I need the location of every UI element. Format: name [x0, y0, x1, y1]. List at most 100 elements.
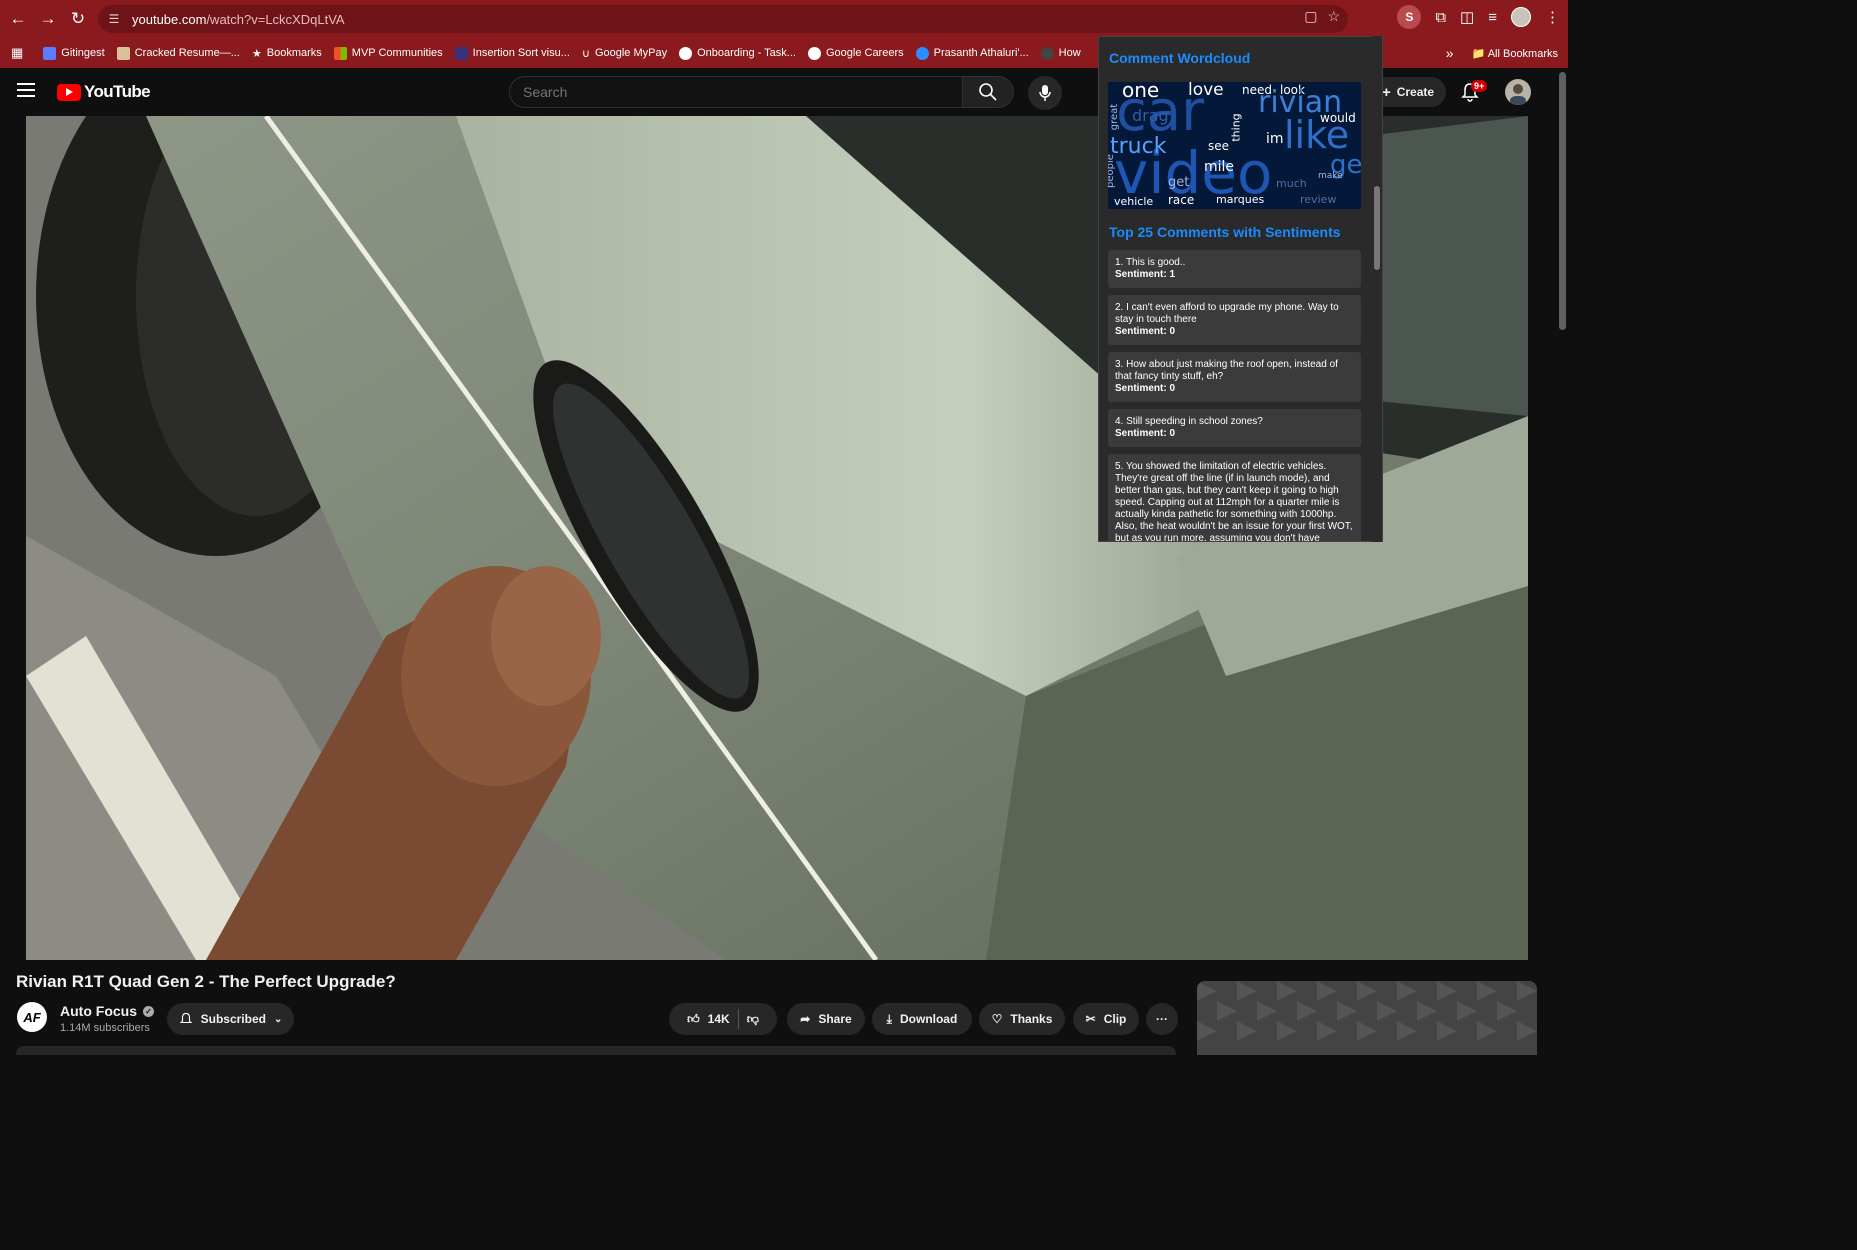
- wordcloud-word: great: [1109, 103, 1121, 131]
- forward-icon[interactable]: →: [34, 5, 62, 33]
- search-icon: [979, 83, 997, 101]
- like-button[interactable]: 👍︎ 14K: [687, 1012, 730, 1027]
- bookmark-item[interactable]: Cracked Resume—...: [116, 46, 240, 60]
- extension-s-icon[interactable]: S: [1397, 5, 1422, 29]
- wordcloud-word: vehicle: [1114, 195, 1154, 208]
- wordcloud-title: Comment Wordcloud: [1109, 50, 1251, 66]
- wordcloud-word: im: [1266, 131, 1284, 147]
- download-button[interactable]: ⤓ Download: [872, 1003, 972, 1035]
- wordcloud-word: people: [1108, 154, 1116, 188]
- url-path: /watch?v=LckcXDqLtVA: [206, 11, 345, 27]
- thumbs-up-icon: 👍︎: [687, 1011, 700, 1026]
- back-icon[interactable]: ←: [4, 5, 32, 33]
- bookmark-item[interactable]: Onboarding - Task...: [679, 46, 796, 60]
- like-count: 14K: [707, 1012, 730, 1026]
- channel-avatar[interactable]: AF: [17, 1002, 47, 1032]
- more-actions-button[interactable]: ···: [1146, 1003, 1178, 1035]
- bookmark-star-icon[interactable]: ☆: [1327, 8, 1340, 25]
- dislike-button[interactable]: 👎︎: [747, 1012, 759, 1027]
- extension-popup: Comment Wordcloud car video one love nee…: [1098, 36, 1383, 542]
- comment-text: 1. This is good..: [1115, 257, 1186, 268]
- comment-card: 2. I can't even afford to upgrade my pho…: [1108, 295, 1361, 345]
- bookmark-item[interactable]: MVP Communities: [333, 46, 443, 60]
- bookmark-item[interactable]: ★ Bookmarks: [252, 47, 322, 60]
- wordcloud-word: much: [1276, 177, 1307, 190]
- comment-wordcloud: car video one love need look rivian like…: [1108, 82, 1361, 209]
- more-dots-icon: ···: [1156, 1012, 1168, 1026]
- search-button[interactable]: [962, 76, 1014, 108]
- comment-card: 5. You showed the limitation of electric…: [1108, 454, 1361, 541]
- channel-name-link[interactable]: Auto Focus ✓: [60, 1003, 154, 1019]
- bookmark-label: MVP Communities: [351, 47, 443, 59]
- search-input[interactable]: [510, 77, 962, 107]
- url-text[interactable]: youtube.com/watch?v=LckcXDqLtVA: [132, 12, 345, 27]
- youtube-play-icon: [57, 83, 81, 101]
- profile-avatar[interactable]: [1511, 7, 1531, 27]
- kebab-menu-icon[interactable]: ⋮: [1545, 8, 1560, 26]
- wordcloud-word: get: [1168, 175, 1190, 190]
- page-scrollbar-thumb[interactable]: [1559, 72, 1566, 330]
- wordcloud-word: mile: [1204, 159, 1235, 175]
- wordcloud-word: love: [1188, 82, 1224, 100]
- sentiment-value: 0: [1169, 428, 1176, 439]
- share-button[interactable]: ➦ Share: [787, 1003, 865, 1035]
- install-app-icon[interactable]: ▢: [1304, 8, 1317, 25]
- thanks-button[interactable]: ♡ Thanks: [979, 1003, 1065, 1035]
- clip-button[interactable]: ✂ Clip: [1073, 1003, 1139, 1035]
- bookmark-label: How: [1058, 47, 1081, 59]
- clip-label: Clip: [1103, 1012, 1127, 1026]
- apps-grid-icon[interactable]: ▦: [11, 45, 23, 61]
- folder-icon: 📁: [1471, 47, 1486, 60]
- sentiment-value: 0: [1169, 326, 1176, 337]
- bookmark-label: Google MyPay: [594, 47, 668, 59]
- bookmark-item[interactable]: ∪ Google MyPay: [582, 47, 667, 60]
- account-avatar[interactable]: [1505, 79, 1531, 105]
- tab-search-icon[interactable]: ◫: [1460, 8, 1474, 26]
- sentiment-label: Sentiment:: [1115, 428, 1167, 439]
- like-divider: [737, 1009, 739, 1029]
- comment-text: 4. Still speeding in school zones?: [1115, 416, 1263, 427]
- sidebar-ad-card[interactable]: [1197, 981, 1537, 1055]
- wordcloud-word: would: [1320, 111, 1356, 125]
- wordcloud-word: marques: [1216, 193, 1265, 206]
- search-box: [509, 76, 963, 108]
- download-icon: ⤓: [886, 1011, 892, 1026]
- wordcloud-word: make: [1318, 171, 1343, 181]
- address-bar[interactable]: ☰ youtube.com/watch?v=LckcXDqLtVA ▢ ☆: [98, 5, 1348, 33]
- site-info-icon[interactable]: ☰: [102, 7, 126, 31]
- microphone-icon: [1039, 85, 1051, 101]
- sentiment-label: Sentiment:: [1115, 383, 1167, 394]
- subscriber-count: 1.14M subscribers: [60, 1022, 150, 1034]
- thanks-label: Thanks: [1010, 1012, 1053, 1026]
- wordcloud-word: drag: [1132, 106, 1169, 125]
- wordcloud-word: review: [1300, 193, 1337, 206]
- more-bookmarks-chevron[interactable]: »: [1446, 45, 1454, 61]
- bookmark-item[interactable]: Gitingest: [43, 46, 105, 60]
- scissors-icon: ✂: [1085, 1012, 1096, 1026]
- reload-icon[interactable]: ↻: [64, 5, 92, 33]
- bookmark-item[interactable]: Insertion Sort visu...: [454, 46, 570, 60]
- page-scrollbar[interactable]: [1557, 68, 1568, 1055]
- subscribed-button[interactable]: Subscribed ⌄: [167, 1003, 294, 1035]
- bookmark-item[interactable]: Google Careers: [807, 46, 904, 60]
- youtube-logo[interactable]: YouTube: [57, 82, 151, 102]
- all-bookmarks-link[interactable]: 📁 All Bookmarks: [1472, 47, 1558, 60]
- voice-search-button[interactable]: [1028, 76, 1062, 110]
- media-queue-icon[interactable]: ≡: [1488, 9, 1497, 26]
- bookmark-item[interactable]: How: [1040, 46, 1081, 60]
- hamburger-menu-icon[interactable]: [17, 83, 35, 97]
- bookmark-label: Gitingest: [61, 47, 105, 59]
- create-label: Create: [1396, 85, 1435, 99]
- bookmark-item[interactable]: Prasanth Athaluri'...: [915, 46, 1029, 60]
- popup-scrollbar-thumb[interactable]: [1374, 186, 1380, 270]
- sentiment-label: Sentiment:: [1115, 326, 1167, 337]
- comments-title: Top 25 Comments with Sentiments: [1109, 224, 1341, 240]
- wordcloud-word: one: [1122, 82, 1160, 102]
- microsoft-favicon: [333, 46, 347, 60]
- popup-scrollbar[interactable]: [1372, 36, 1382, 542]
- bookmark-label: Google Careers: [825, 47, 904, 59]
- extensions-puzzle-icon[interactable]: ⧉: [1435, 9, 1446, 26]
- comment-card: 3. How about just making the roof open, …: [1108, 352, 1361, 402]
- wordcloud-word: truck: [1110, 134, 1167, 159]
- google-favicon: [679, 46, 693, 60]
